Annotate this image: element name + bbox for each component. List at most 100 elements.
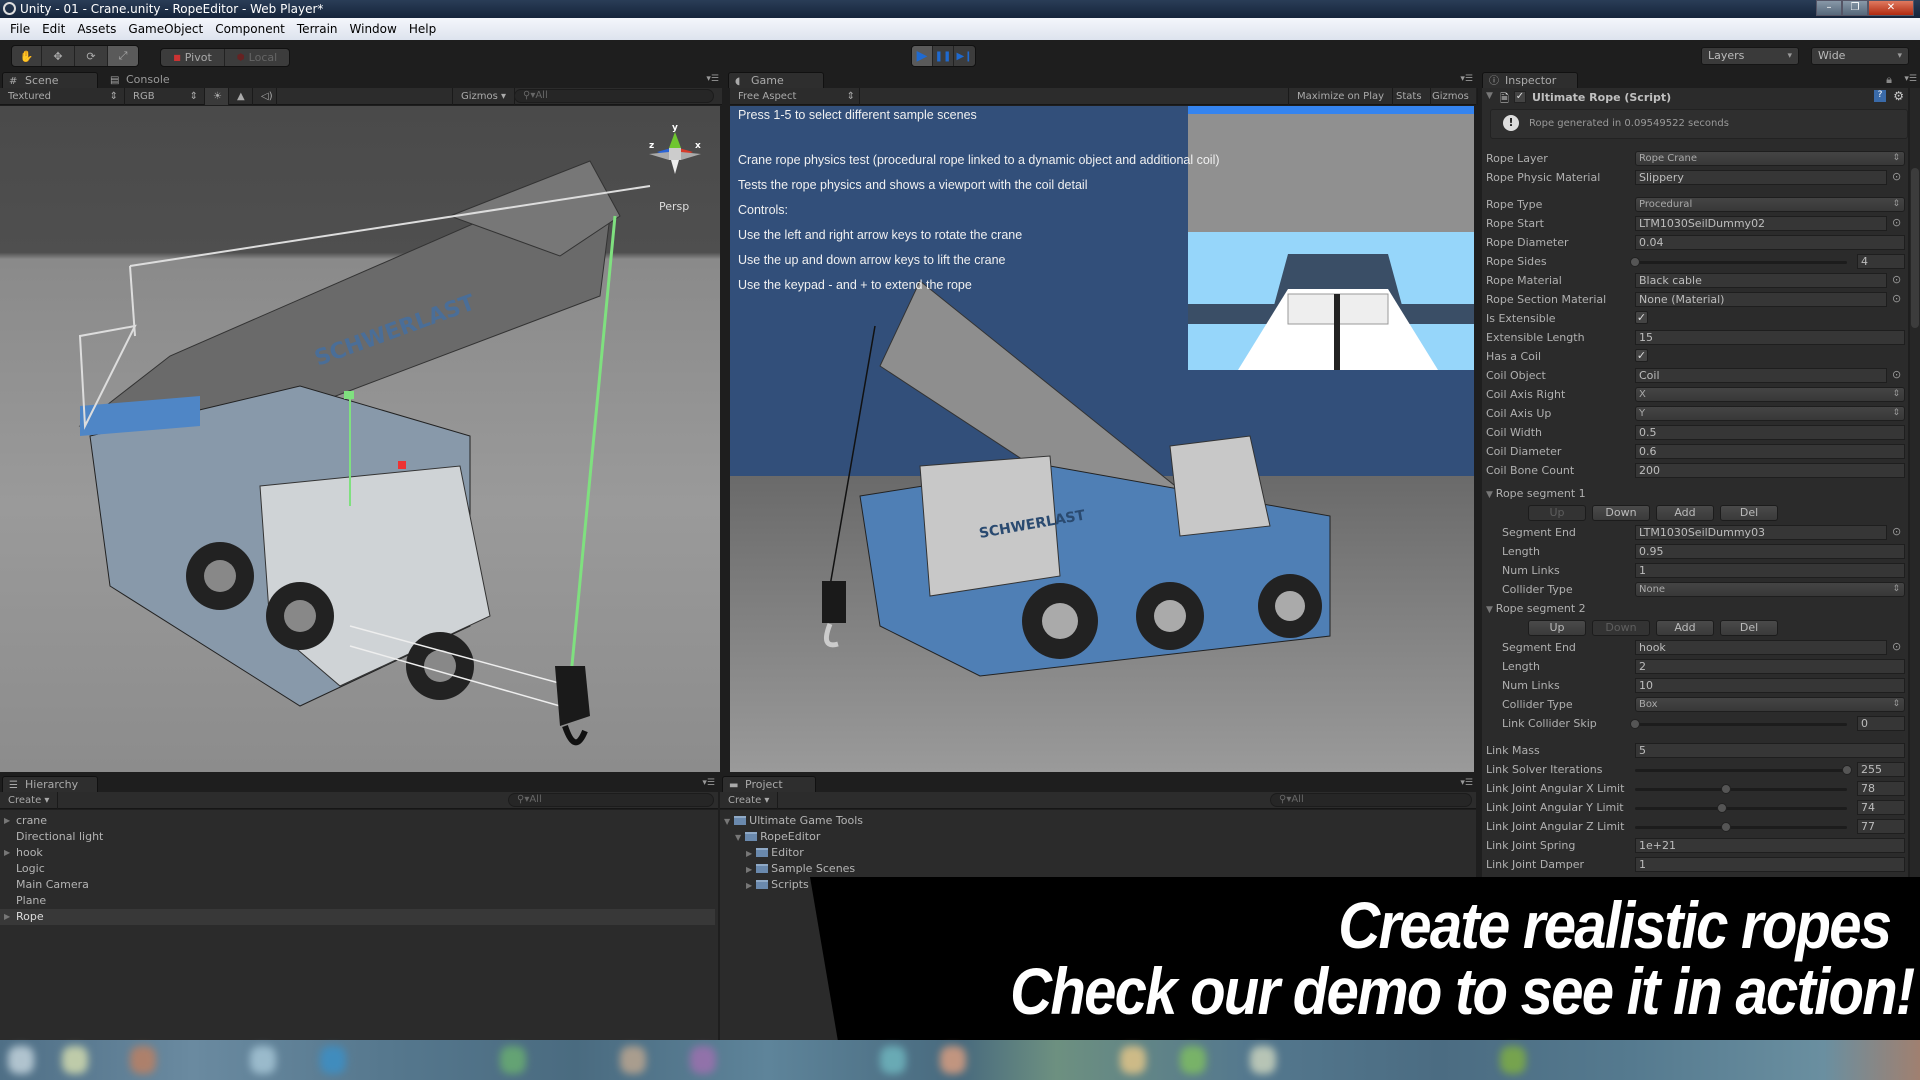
scene-gizmos-dropdown[interactable]: Gizmos ▾ xyxy=(452,87,516,105)
taskbar-app-icon[interactable] xyxy=(500,1046,526,1074)
field-input[interactable]: 1 xyxy=(1635,563,1905,578)
object-picker-icon[interactable]: ⊙ xyxy=(1892,368,1901,381)
hierarchy-item[interactable]: ▶ hook xyxy=(0,845,715,861)
taskbar-app-icon[interactable] xyxy=(130,1046,156,1074)
menu-help[interactable]: Help xyxy=(403,22,442,36)
hierarchy-item[interactable]: Plane xyxy=(0,893,715,909)
minimize-button[interactable]: – xyxy=(1816,0,1842,16)
rotate-tool-button[interactable]: ⟳ xyxy=(75,46,108,66)
slider-value-field[interactable]: 74 xyxy=(1857,800,1905,815)
close-button[interactable]: ✕ xyxy=(1868,0,1914,16)
object-picker-icon[interactable]: ⊙ xyxy=(1892,292,1901,305)
expand-arrow-icon[interactable]: ▶ xyxy=(746,865,752,874)
slider-knob[interactable] xyxy=(1721,822,1732,832)
hand-tool-button[interactable]: ✋ xyxy=(12,46,42,66)
game-viewport[interactable]: SCHWERLAST Press 1-5 to select different… xyxy=(730,106,1474,772)
taskbar-app-icon[interactable] xyxy=(8,1046,34,1074)
segment-header[interactable]: ▼ Rope segment 1 xyxy=(1486,487,1586,500)
tab-game[interactable]: ◖ Game xyxy=(728,72,824,88)
project-search-input[interactable]: ⚲▾All xyxy=(1270,793,1472,807)
gear-icon[interactable]: ⚙ xyxy=(1893,89,1904,103)
hierarchy-item-selected[interactable]: ▶ Rope xyxy=(0,909,715,925)
lock-icon[interactable]: 🔒︎ xyxy=(1886,73,1892,87)
collapse-arrow-icon[interactable]: ▼ xyxy=(1486,605,1496,615)
segment-del-button[interactable]: Del xyxy=(1720,620,1778,636)
menu-window[interactable]: Window xyxy=(344,22,403,36)
expand-arrow-icon[interactable]: ▶ xyxy=(4,845,10,861)
field-input[interactable]: 10 xyxy=(1635,678,1905,693)
layout-dropdown[interactable]: Wide xyxy=(1811,47,1909,65)
pivot-button[interactable]: ■ Pivot xyxy=(161,49,225,66)
segment-del-button[interactable]: Del xyxy=(1720,505,1778,521)
segment-down-button[interactable]: Down xyxy=(1592,505,1650,521)
collapse-arrow-icon[interactable]: ▼ xyxy=(724,817,730,826)
render-mode-dropdown[interactable]: Textured ⇕ xyxy=(0,87,125,105)
expand-arrow-icon[interactable]: ▶ xyxy=(746,849,752,858)
object-field[interactable]: LTM1030SeilDummy03 xyxy=(1635,525,1887,540)
slider-value-field[interactable]: 4 xyxy=(1857,254,1905,269)
field-checkbox[interactable]: ✓ xyxy=(1635,311,1648,324)
field-slider[interactable] xyxy=(1635,803,1847,813)
tab-hierarchy[interactable]: ☰ Hierarchy xyxy=(2,776,98,792)
slider-value-field[interactable]: 255 xyxy=(1857,762,1905,777)
scene-fx-toggle[interactable]: ▲ xyxy=(229,87,253,105)
object-field[interactable]: Slippery xyxy=(1635,170,1887,185)
slider-value-field[interactable]: 77 xyxy=(1857,819,1905,834)
panel-menu-icon[interactable]: ▾☰ xyxy=(706,74,719,84)
taskbar-app-icon[interactable] xyxy=(62,1046,88,1074)
component-enabled-checkbox[interactable]: ✓ xyxy=(1514,91,1526,103)
taskbar-app-icon[interactable] xyxy=(1500,1046,1526,1074)
help-icon[interactable]: ? xyxy=(1874,90,1886,102)
expand-arrow-icon[interactable]: ▶ xyxy=(4,813,10,829)
slider-knob[interactable] xyxy=(1630,719,1640,729)
hierarchy-search-input[interactable]: ⚲▾All xyxy=(508,793,714,807)
field-checkbox[interactable]: ✓ xyxy=(1635,349,1648,362)
project-folder[interactable]: ▶ Sample Scenes xyxy=(746,861,855,877)
tab-scene[interactable]: # Scene xyxy=(2,72,98,88)
aspect-dropdown[interactable]: Free Aspect ⇕ xyxy=(730,87,860,105)
collapse-arrow-icon[interactable]: ▼ xyxy=(1486,91,1493,101)
taskbar-app-icon[interactable] xyxy=(1180,1046,1206,1074)
field-dropdown[interactable]: Y xyxy=(1635,406,1905,421)
taskbar-app-icon[interactable] xyxy=(880,1046,906,1074)
play-button[interactable]: ▶ xyxy=(912,46,933,66)
field-slider[interactable] xyxy=(1635,784,1847,794)
field-slider[interactable] xyxy=(1630,257,1847,267)
step-button[interactable]: ▶❙ xyxy=(954,46,975,66)
hierarchy-create-button[interactable]: Create ▾ xyxy=(0,791,59,809)
audio-toggle[interactable]: ◁) xyxy=(253,87,277,105)
field-slider[interactable] xyxy=(1635,765,1852,775)
taskbar-app-icon[interactable] xyxy=(690,1046,716,1074)
lighting-toggle[interactable]: ☀ xyxy=(205,87,229,105)
field-input[interactable]: 1e+21 xyxy=(1635,838,1905,853)
menu-component[interactable]: Component xyxy=(209,22,291,36)
scene-orientation-gizmo[interactable]: y x z xyxy=(645,124,705,184)
menu-assets[interactable]: Assets xyxy=(71,22,122,36)
project-folder[interactable]: ▼ RopeEditor xyxy=(735,829,820,845)
object-field[interactable]: LTM1030SeilDummy02 xyxy=(1635,216,1887,231)
segment-up-button[interactable]: Up xyxy=(1528,620,1586,636)
menu-edit[interactable]: Edit xyxy=(36,22,71,36)
object-field[interactable]: Coil xyxy=(1635,368,1887,383)
local-button[interactable]: ⬢ Local xyxy=(225,49,289,66)
object-picker-icon[interactable]: ⊙ xyxy=(1892,216,1901,229)
object-picker-icon[interactable]: ⊙ xyxy=(1892,640,1901,653)
pause-button[interactable]: ❚❚ xyxy=(933,46,954,66)
maximize-on-play-toggle[interactable]: Maximize on Play xyxy=(1288,87,1394,105)
collapse-arrow-icon[interactable]: ▼ xyxy=(1486,490,1496,500)
segment-add-button[interactable]: Add xyxy=(1656,505,1714,521)
collapse-arrow-icon[interactable]: ▼ xyxy=(735,833,741,842)
tab-console[interactable]: ▤ Console xyxy=(104,72,180,88)
field-dropdown[interactable]: None xyxy=(1635,582,1905,597)
slider-knob[interactable] xyxy=(1721,784,1732,794)
tab-project[interactable]: ▬ Project xyxy=(722,776,816,792)
menu-gameobject[interactable]: GameObject xyxy=(122,22,209,36)
slider-value-field[interactable]: 0 xyxy=(1857,716,1905,731)
hierarchy-item[interactable]: Directional light xyxy=(0,829,715,845)
taskbar-app-icon[interactable] xyxy=(620,1046,646,1074)
tab-inspector[interactable]: ⓘ Inspector xyxy=(1482,72,1578,88)
taskbar-app-icon[interactable] xyxy=(1120,1046,1146,1074)
maximize-button[interactable]: ❐ xyxy=(1842,0,1868,16)
segment-header[interactable]: ▼ Rope segment 2 xyxy=(1486,602,1586,615)
game-gizmos-toggle[interactable]: Gizmos ▾ xyxy=(1424,87,1478,119)
